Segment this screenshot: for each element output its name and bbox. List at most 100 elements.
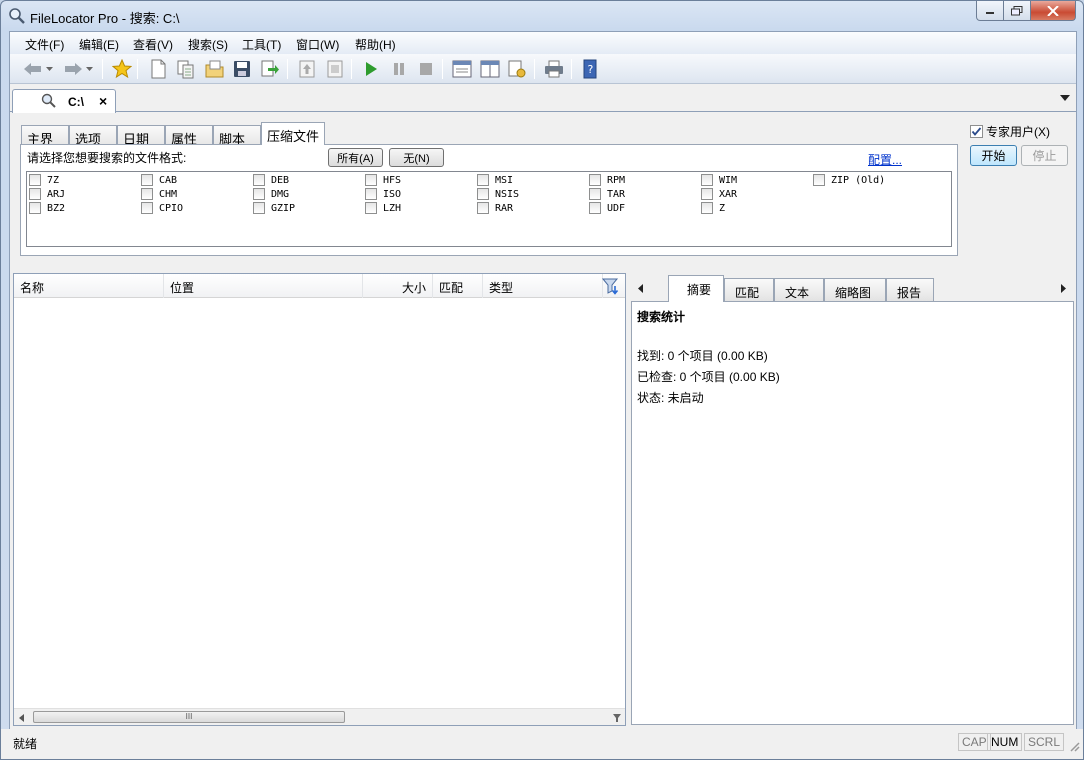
format-bz2[interactable]: BZ2 [29,202,65,214]
image-doc-button[interactable] [324,58,346,80]
checkbox[interactable] [589,202,601,214]
tab-list-dropdown-icon[interactable] [1060,95,1070,101]
doc-tab-c-drive[interactable]: C:\ × [12,89,116,113]
detail-tab-text[interactable]: 文本 [774,278,824,301]
checkbox[interactable] [29,188,41,200]
checkbox[interactable] [813,174,825,186]
checkbox[interactable] [477,202,489,214]
checkbox[interactable] [589,174,601,186]
menu-search[interactable]: 搜索(S) [188,36,228,53]
filter-icon[interactable] [602,278,622,295]
format-rpm[interactable]: RPM [589,174,625,186]
layout1-button[interactable] [451,58,473,80]
scroll-left-icon[interactable] [19,714,25,722]
column-name[interactable]: 名称 [14,274,164,298]
tab-date[interactable]: 日期 [117,125,165,147]
checkbox[interactable] [29,174,41,186]
column-location[interactable]: 位置 [164,274,363,298]
format-gzip[interactable]: GZIP [253,202,295,214]
help-button[interactable]: ? [579,58,601,80]
upload-button[interactable] [296,58,318,80]
checkbox[interactable] [141,174,153,186]
save-button[interactable] [231,58,253,80]
pause-button[interactable] [388,58,410,80]
format-udf[interactable]: UDF [589,202,625,214]
format-7z[interactable]: 7Z [29,174,59,186]
new-button[interactable] [147,58,169,80]
checkbox[interactable] [701,188,713,200]
layout2-button[interactable] [479,58,501,80]
print-button[interactable] [543,58,565,80]
checkbox[interactable] [253,188,265,200]
settings-doc-button[interactable] [506,58,528,80]
start-button[interactable]: 开始 [970,145,1017,166]
results-list[interactable]: 名称 位置 大小 匹配 类型 III [13,273,626,726]
format-chm[interactable]: CHM [141,188,177,200]
format-wim[interactable]: WIM [701,174,737,186]
tab-archives[interactable]: 压缩文件 [261,122,325,145]
minimize-button[interactable] [976,1,1004,21]
tab-scroll-right-icon[interactable] [1061,284,1067,293]
checkbox[interactable] [365,174,377,186]
tab-scroll-left-icon[interactable] [638,284,644,293]
favorites-button[interactable] [111,58,133,80]
checkbox[interactable] [29,202,41,214]
close-tab-icon[interactable]: × [99,93,107,109]
close-window-button[interactable] [1030,1,1076,21]
column-type[interactable]: 类型 [483,274,603,298]
checkbox[interactable] [589,188,601,200]
scroll-thumb[interactable]: III [33,711,345,723]
detail-tab-matches[interactable]: 匹配 [724,278,774,301]
maximize-button[interactable] [1003,1,1031,21]
stop-search-button[interactable] [415,58,437,80]
format-cpio[interactable]: CPIO [141,202,183,214]
format-cab[interactable]: CAB [141,174,177,186]
format-dmg[interactable]: DMG [253,188,289,200]
export-button[interactable] [259,58,281,80]
tab-main[interactable]: 主界面 [21,125,69,166]
format-hfs[interactable]: HFS [365,174,401,186]
menu-view[interactable]: 查看(V) [133,36,173,53]
format-rar[interactable]: RAR [477,202,513,214]
format-xar[interactable]: XAR [701,188,737,200]
checkbox[interactable] [701,174,713,186]
menu-file[interactable]: 文件(F) [25,36,64,53]
checkbox-checked-icon[interactable] [970,125,983,138]
select-none-button[interactable]: 无(N) [389,148,444,167]
menu-help[interactable]: 帮助(H) [355,36,396,53]
forward-button[interactable] [62,58,84,80]
format-nsis[interactable]: NSIS [477,188,519,200]
detail-tab-report[interactable]: 报告 [886,278,934,301]
back-button[interactable] [22,58,44,80]
resize-grip-icon[interactable] [1069,741,1081,753]
checkbox[interactable] [477,174,489,186]
menu-edit[interactable]: 编辑(E) [79,36,119,53]
stop-button[interactable]: 停止 [1021,145,1068,166]
format-lzh[interactable]: LZH [365,202,401,214]
filter-small-icon[interactable] [613,714,621,722]
format-zip-old[interactable]: ZIP (Old) [813,174,885,186]
expert-mode-checkbox[interactable]: 专家用户(X) [970,123,1050,140]
tab-script[interactable]: 脚本 [213,125,261,147]
checkbox[interactable] [701,202,713,214]
checkbox[interactable] [141,202,153,214]
open-button[interactable] [204,58,226,80]
column-size[interactable]: 大小 [363,274,433,298]
format-tar[interactable]: TAR [589,188,625,200]
detail-tab-thumbnails[interactable]: 缩略图 [824,278,886,301]
checkbox[interactable] [253,174,265,186]
checkbox[interactable] [253,202,265,214]
menu-tools[interactable]: 工具(T) [242,36,281,53]
format-msi[interactable]: MSI [477,174,513,186]
column-match[interactable]: 匹配 [433,274,483,298]
checkbox[interactable] [365,188,377,200]
format-arj[interactable]: ARJ [29,188,65,200]
detail-tab-summary[interactable]: 摘要 [668,275,724,302]
results-horizontal-scrollbar[interactable]: III [14,708,625,725]
menu-window[interactable]: 窗口(W) [296,36,339,53]
select-all-button[interactable]: 所有(A) [328,148,383,167]
forward-dropdown[interactable] [84,58,94,80]
checkbox[interactable] [365,202,377,214]
back-dropdown[interactable] [44,58,54,80]
checkbox[interactable] [141,188,153,200]
